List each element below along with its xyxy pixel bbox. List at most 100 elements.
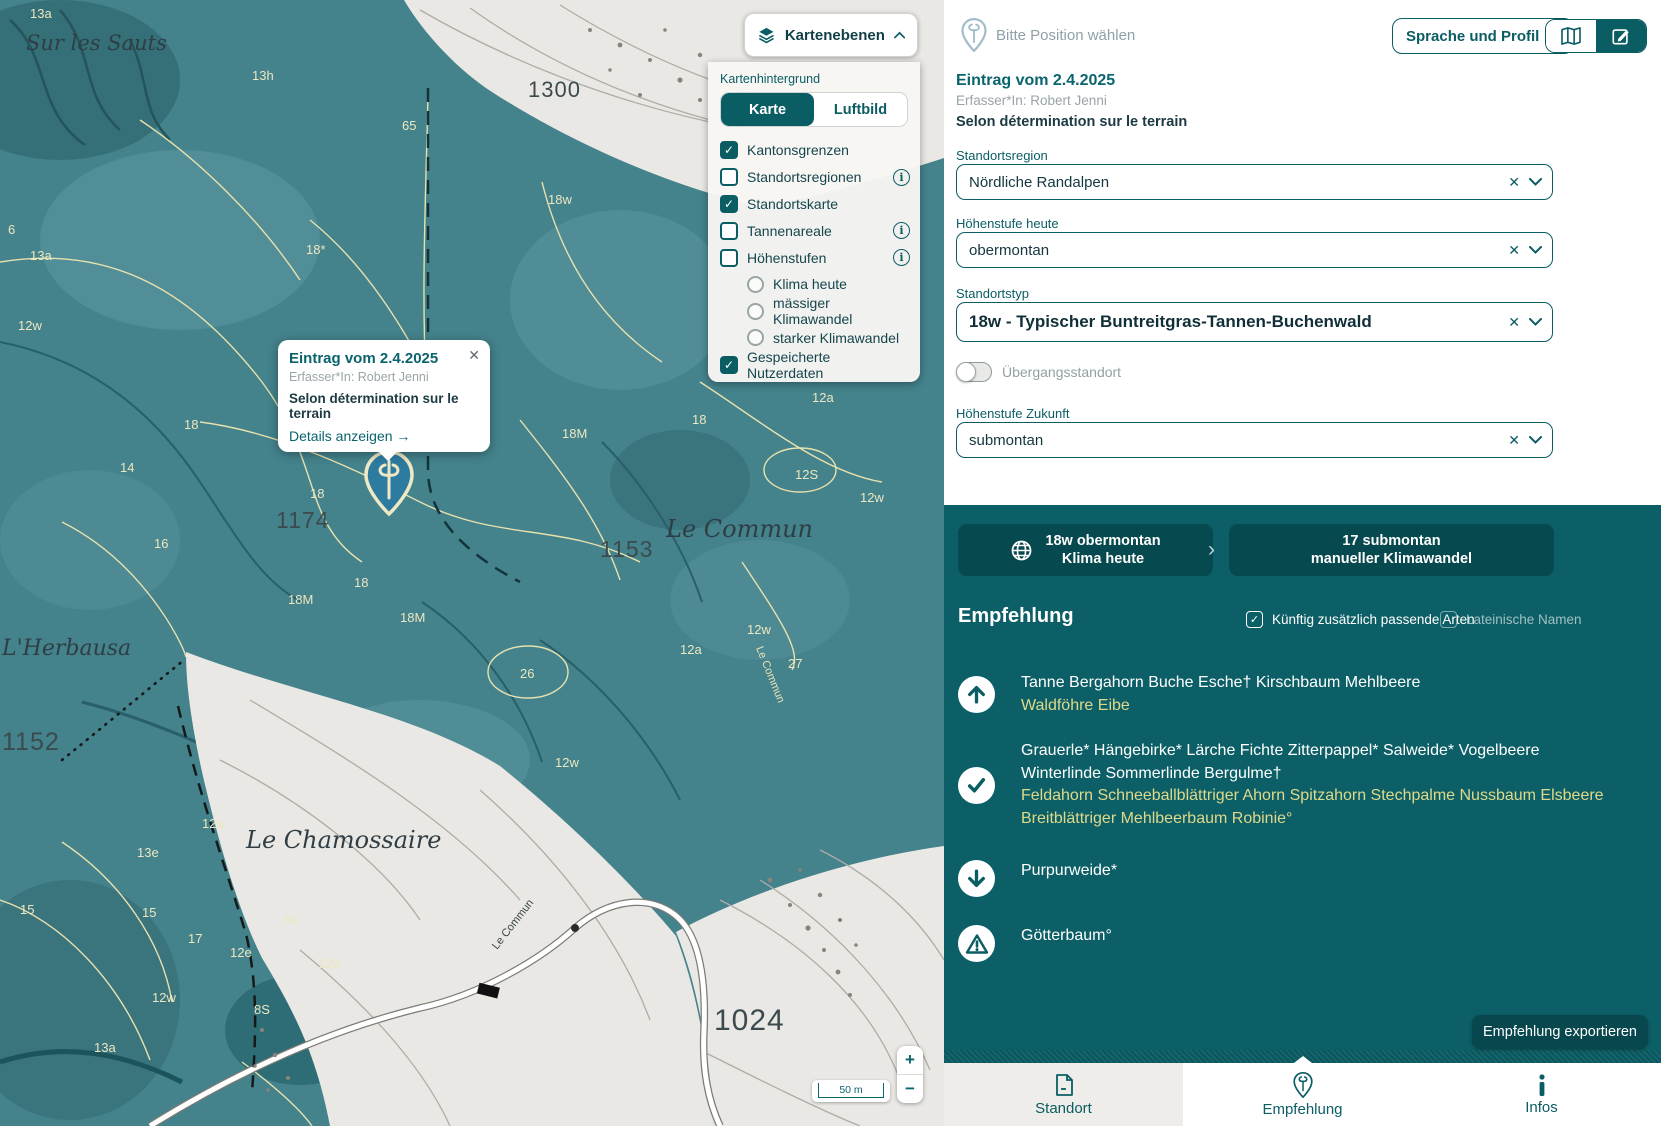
zoom-out-button[interactable]: − bbox=[897, 1075, 923, 1103]
map-label: 26 bbox=[520, 666, 534, 681]
option-latin-names[interactable]: Lateinische Namen bbox=[1440, 611, 1582, 628]
layer-item-tannenareale[interactable]: Tannenarealei bbox=[720, 217, 910, 244]
hoehenstufe-zukunft-value: submontan bbox=[969, 432, 1499, 449]
position-pin-icon bbox=[960, 18, 988, 52]
map-label: 18M bbox=[288, 592, 313, 607]
layer-label: Kantonsgrenzen bbox=[747, 142, 849, 158]
future-card-line1: 17 submontan bbox=[1311, 532, 1472, 550]
position-hint: Bitte Position wählen bbox=[996, 27, 1135, 44]
map-label: 12e bbox=[230, 945, 252, 960]
basemap-option-karte[interactable]: Karte bbox=[721, 93, 814, 126]
layer-item-h-henstufen[interactable]: Höhenstufeni bbox=[720, 244, 910, 271]
basemap-option-luftbild[interactable]: Luftbild bbox=[814, 93, 907, 126]
checkbox-checked-icon[interactable]: ✓ bbox=[720, 356, 738, 374]
bottom-navigation: Standort Empfehlung Infos bbox=[944, 1063, 1661, 1126]
layer-item-standortskarte[interactable]: ✓Standortskarte bbox=[720, 191, 910, 218]
map-label: 12w bbox=[747, 622, 771, 637]
checkbox-unchecked-icon[interactable] bbox=[720, 168, 738, 186]
scenario-card-future[interactable]: 17 submontan manueller Klimawandel bbox=[1229, 524, 1554, 576]
layer-item-klima-heute[interactable]: Klima heute bbox=[747, 271, 910, 298]
option-latin-label: Lateinische Namen bbox=[1466, 612, 1582, 627]
map-label: 12a bbox=[812, 390, 834, 405]
chevron-down-icon[interactable] bbox=[1529, 318, 1542, 326]
map-label: 12w bbox=[18, 318, 42, 333]
standortstyp-select[interactable]: 18w - Typischer Buntreitgras-Tannen-Buch… bbox=[956, 302, 1553, 342]
map-label: 15 bbox=[142, 905, 156, 920]
map-label: 1153 bbox=[600, 536, 653, 562]
info-icon[interactable]: i bbox=[893, 169, 910, 186]
map-view-button[interactable] bbox=[1546, 20, 1596, 52]
tab-empfehlung[interactable]: Empfehlung bbox=[1183, 1063, 1422, 1126]
clear-icon[interactable]: ✕ bbox=[1499, 432, 1529, 449]
map-label: 8a bbox=[284, 912, 299, 927]
layer-item-m-ssiger-klimawandel[interactable]: mässiger Klimawandel bbox=[747, 298, 910, 325]
hoehenstufe-zukunft-select[interactable]: submontan ✕ bbox=[956, 422, 1553, 458]
chevron-down-icon[interactable] bbox=[1529, 178, 1542, 186]
radio-icon[interactable] bbox=[747, 303, 764, 320]
tab-infos-label: Infos bbox=[1525, 1099, 1558, 1116]
language-profile-label: Sprache und Profil bbox=[1406, 28, 1539, 45]
map-label: 1152 bbox=[2, 728, 60, 756]
globe-icon bbox=[1010, 539, 1033, 562]
scale-label: 50 m bbox=[818, 1083, 884, 1098]
chevron-down-icon[interactable] bbox=[1529, 436, 1542, 444]
toggle-knob bbox=[956, 362, 976, 382]
clear-icon[interactable]: ✕ bbox=[1499, 174, 1529, 191]
hoehenstufe-heute-select[interactable]: obermontan ✕ bbox=[956, 232, 1553, 268]
export-recommendation-button[interactable]: Empfehlung exportieren bbox=[1472, 1015, 1648, 1049]
species-line: Götterbaum° bbox=[1021, 925, 1112, 948]
tab-standort[interactable]: Standort bbox=[944, 1063, 1183, 1126]
clear-icon[interactable]: ✕ bbox=[1499, 314, 1529, 331]
check-icon bbox=[958, 767, 995, 804]
popup-note: Selon détermination sur le terrain bbox=[289, 391, 478, 421]
checkbox-checked-icon[interactable]: ✓ bbox=[720, 195, 738, 213]
map-label: 17 bbox=[188, 931, 202, 946]
checkbox-unchecked-icon[interactable] bbox=[1440, 611, 1457, 628]
basemap-switcher: Karte Luftbild bbox=[720, 92, 908, 127]
checkbox-unchecked-icon[interactable] bbox=[720, 222, 738, 240]
map-label: 27 bbox=[788, 656, 802, 671]
checkbox-unchecked-icon[interactable] bbox=[720, 249, 738, 267]
layer-item-starker-klimawandel[interactable]: starker Klimawandel bbox=[747, 325, 910, 352]
clear-icon[interactable]: ✕ bbox=[1499, 242, 1529, 259]
tree-pin-icon bbox=[1293, 1072, 1313, 1098]
field-label-hoehenstufe-zukunft: Höhenstufe Zukunft bbox=[956, 406, 1069, 421]
layer-item-kantonsgrenzen[interactable]: ✓ Kantonsgrenzen bbox=[720, 137, 910, 164]
arrow-down-icon bbox=[958, 860, 995, 897]
map-label: 16 bbox=[154, 536, 168, 551]
layer-item-gespeicherte-nutzerdaten[interactable]: ✓Gespeicherte Nutzerdaten bbox=[720, 351, 910, 378]
chevron-down-icon[interactable] bbox=[1529, 246, 1542, 254]
map-label: 13a bbox=[94, 1040, 116, 1055]
detail-panel: Bitte Position wählen Sprache und Profil… bbox=[944, 0, 1661, 1126]
info-icon[interactable]: i bbox=[893, 222, 910, 239]
map-label: 65 bbox=[402, 118, 416, 133]
popup-close-icon[interactable]: ✕ bbox=[468, 347, 480, 364]
radio-icon[interactable] bbox=[747, 329, 764, 346]
map-label: 1300 bbox=[528, 77, 581, 102]
popup-details-link[interactable]: Details anzeigen → bbox=[289, 428, 478, 444]
recommendation-group-warning: Götterbaum° bbox=[958, 925, 1112, 962]
checkbox-checked-icon[interactable]: ✓ bbox=[1246, 611, 1263, 628]
edit-view-button[interactable] bbox=[1596, 20, 1646, 52]
treeapp-window: 13a13h6518w618*13a12w181418M1812a12S12w1… bbox=[0, 0, 1661, 1126]
uebergangsstandort-toggle[interactable] bbox=[956, 362, 992, 382]
radio-icon[interactable] bbox=[747, 276, 764, 293]
arrow-up-icon bbox=[958, 676, 995, 713]
info-icon[interactable]: i bbox=[893, 249, 910, 266]
scenario-card-current[interactable]: 18w obermontan Klima heute bbox=[958, 524, 1213, 576]
tab-infos[interactable]: Infos bbox=[1422, 1063, 1661, 1126]
map-canvas[interactable]: 13a13h6518w618*13a12w181418M1812a12S12w1… bbox=[0, 0, 944, 1126]
warning-icon bbox=[958, 925, 995, 962]
popup-title: Eintrag vom 2.4.2025 bbox=[289, 350, 478, 367]
standortsregion-select[interactable]: Nördliche Randalpen ✕ bbox=[956, 164, 1553, 200]
standortsregion-value: Nördliche Randalpen bbox=[969, 174, 1499, 191]
view-mode-switch bbox=[1545, 19, 1647, 53]
species-line: Winterlinde Sommerlinde Bergulme† bbox=[1021, 763, 1604, 786]
map-label: 12w bbox=[152, 990, 176, 1005]
checkbox-checked-icon[interactable]: ✓ bbox=[720, 141, 738, 159]
current-card-line1: 18w obermontan bbox=[1045, 532, 1160, 550]
map-layers-button[interactable]: Kartenebenen bbox=[744, 13, 918, 57]
layer-item-standortsregionen[interactable]: Standortsregioneni bbox=[720, 164, 910, 191]
zoom-in-button[interactable]: + bbox=[897, 1046, 923, 1075]
info-icon bbox=[1538, 1074, 1546, 1096]
